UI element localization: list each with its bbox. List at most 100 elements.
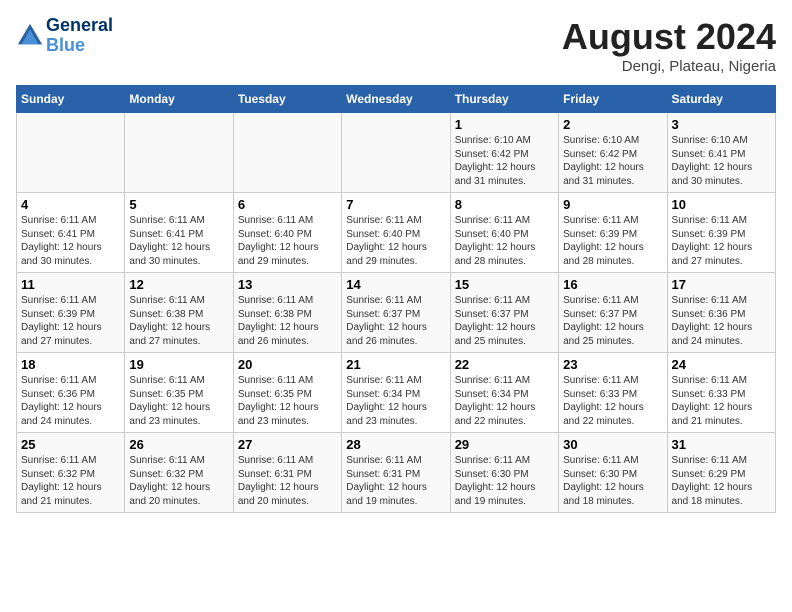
day-info: Sunrise: 6:10 AM Sunset: 6:42 PM Dayligh… bbox=[455, 134, 554, 188]
day-info: Sunrise: 6:11 AM Sunset: 6:40 PM Dayligh… bbox=[238, 214, 337, 268]
calendar-day-cell: 29 Sunrise: 6:11 AM Sunset: 6:30 PM Dayli… bbox=[450, 433, 558, 513]
day-info: Sunrise: 6:11 AM Sunset: 6:35 PM Dayligh… bbox=[238, 374, 337, 428]
day-number: 21 bbox=[346, 357, 445, 372]
day-number: 29 bbox=[455, 437, 554, 452]
calendar-day-cell: 15Sunrise: 6:11 AM Sunset: 6:37 PM Dayli… bbox=[450, 273, 558, 353]
calendar-day-cell: 6 Sunrise: 6:11 AM Sunset: 6:40 PM Daylig… bbox=[233, 193, 341, 273]
day-info: Sunrise: 6:11 AM Sunset: 6:38 PM Dayligh… bbox=[129, 294, 228, 348]
calendar-day-cell bbox=[233, 113, 341, 193]
calendar-day-cell: 18Sunrise: 6:11 AM Sunset: 6:36 PM Dayli… bbox=[17, 353, 125, 433]
day-info: Sunrise: 6:11 AM Sunset: 6:34 PM Dayligh… bbox=[455, 374, 554, 428]
day-number: 31 bbox=[672, 437, 771, 452]
day-number: 30 bbox=[563, 437, 662, 452]
day-number: 4 bbox=[21, 197, 120, 212]
day-number: 22 bbox=[455, 357, 554, 372]
day-info: Sunrise: 6:11 AM Sunset: 6:41 PM Dayligh… bbox=[129, 214, 228, 268]
day-number: 24 bbox=[672, 357, 771, 372]
day-info: Sunrise: 6:11 AM Sunset: 6:36 PM Dayligh… bbox=[21, 374, 120, 428]
day-number: 28 bbox=[346, 437, 445, 452]
page-header: General Blue August 2024 Dengi, Plateau,… bbox=[16, 16, 776, 75]
calendar-day-cell: 13Sunrise: 6:11 AM Sunset: 6:38 PM Dayli… bbox=[233, 273, 341, 353]
day-number: 16 bbox=[563, 277, 662, 292]
calendar-day-cell: 12 Sunrise: 6:11 AM Sunset: 6:38 PM Dayli… bbox=[125, 273, 233, 353]
day-number: 15 bbox=[455, 277, 554, 292]
day-of-week-header: Friday bbox=[559, 86, 667, 113]
calendar-day-cell: 7 Sunrise: 6:11 AM Sunset: 6:40 PM Daylig… bbox=[342, 193, 450, 273]
day-number: 17 bbox=[672, 277, 771, 292]
day-number: 20 bbox=[238, 357, 337, 372]
day-info: Sunrise: 6:11 AM Sunset: 6:34 PM Dayligh… bbox=[346, 374, 445, 428]
logo-text: General Blue bbox=[46, 16, 113, 56]
calendar-day-cell: 9 Sunrise: 6:11 AM Sunset: 6:39 PM Daylig… bbox=[559, 193, 667, 273]
calendar-day-cell: 31 Sunrise: 6:11 AM Sunset: 6:29 PM Dayli… bbox=[667, 433, 775, 513]
days-of-week-row: SundayMondayTuesdayWednesdayThursdayFrid… bbox=[17, 86, 776, 113]
day-number: 12 bbox=[129, 277, 228, 292]
day-number: 26 bbox=[129, 437, 228, 452]
calendar-day-cell: 8 Sunrise: 6:11 AM Sunset: 6:40 PM Daylig… bbox=[450, 193, 558, 273]
calendar-day-cell: 17Sunrise: 6:11 AM Sunset: 6:36 PM Dayli… bbox=[667, 273, 775, 353]
calendar-day-cell bbox=[342, 113, 450, 193]
day-number: 10 bbox=[672, 197, 771, 212]
day-number: 11 bbox=[21, 277, 120, 292]
day-info: Sunrise: 6:10 AM Sunset: 6:41 PM Dayligh… bbox=[672, 134, 771, 188]
calendar-day-cell: 23Sunrise: 6:11 AM Sunset: 6:33 PM Dayli… bbox=[559, 353, 667, 433]
day-number: 7 bbox=[346, 197, 445, 212]
title-block: August 2024 Dengi, Plateau, Nigeria bbox=[562, 16, 776, 75]
day-info: Sunrise: 6:11 AM Sunset: 6:37 PM Dayligh… bbox=[563, 294, 662, 348]
calendar-week-row: 1 Sunrise: 6:10 AM Sunset: 6:42 PM Daylig… bbox=[17, 113, 776, 193]
calendar-day-cell: 16 Sunrise: 6:11 AM Sunset: 6:37 PM Dayli… bbox=[559, 273, 667, 353]
calendar-body: 1 Sunrise: 6:10 AM Sunset: 6:42 PM Daylig… bbox=[17, 113, 776, 513]
calendar-day-cell: 30 Sunrise: 6:11 AM Sunset: 6:30 PM Dayli… bbox=[559, 433, 667, 513]
logo: General Blue bbox=[16, 16, 113, 56]
calendar-day-cell: 20 Sunrise: 6:11 AM Sunset: 6:35 PM Dayli… bbox=[233, 353, 341, 433]
day-info: Sunrise: 6:11 AM Sunset: 6:30 PM Dayligh… bbox=[455, 454, 554, 508]
day-info: Sunrise: 6:11 AM Sunset: 6:35 PM Dayligh… bbox=[129, 374, 228, 428]
day-info: Sunrise: 6:11 AM Sunset: 6:31 PM Dayligh… bbox=[346, 454, 445, 508]
day-info: Sunrise: 6:11 AM Sunset: 6:39 PM Dayligh… bbox=[21, 294, 120, 348]
calendar-week-row: 4 Sunrise: 6:11 AM Sunset: 6:41 PM Daylig… bbox=[17, 193, 776, 273]
day-info: Sunrise: 6:11 AM Sunset: 6:40 PM Dayligh… bbox=[455, 214, 554, 268]
calendar-day-cell bbox=[17, 113, 125, 193]
location: Dengi, Plateau, Nigeria bbox=[562, 58, 776, 75]
calendar-day-cell: 3Sunrise: 6:10 AM Sunset: 6:41 PM Daylig… bbox=[667, 113, 775, 193]
day-number: 13 bbox=[238, 277, 337, 292]
calendar-day-cell: 25Sunrise: 6:11 AM Sunset: 6:32 PM Dayli… bbox=[17, 433, 125, 513]
day-number: 8 bbox=[455, 197, 554, 212]
calendar-day-cell: 5Sunrise: 6:11 AM Sunset: 6:41 PM Daylig… bbox=[125, 193, 233, 273]
day-number: 6 bbox=[238, 197, 337, 212]
day-info: Sunrise: 6:11 AM Sunset: 6:31 PM Dayligh… bbox=[238, 454, 337, 508]
calendar-day-cell: 26 Sunrise: 6:11 AM Sunset: 6:32 PM Dayli… bbox=[125, 433, 233, 513]
day-info: Sunrise: 6:11 AM Sunset: 6:30 PM Dayligh… bbox=[563, 454, 662, 508]
calendar-day-cell: 28 Sunrise: 6:11 AM Sunset: 6:31 PM Dayli… bbox=[342, 433, 450, 513]
calendar-day-cell bbox=[125, 113, 233, 193]
logo-icon bbox=[16, 22, 44, 50]
day-info: Sunrise: 6:11 AM Sunset: 6:39 PM Dayligh… bbox=[672, 214, 771, 268]
day-info: Sunrise: 6:11 AM Sunset: 6:39 PM Dayligh… bbox=[563, 214, 662, 268]
day-info: Sunrise: 6:11 AM Sunset: 6:29 PM Dayligh… bbox=[672, 454, 771, 508]
day-info: Sunrise: 6:11 AM Sunset: 6:32 PM Dayligh… bbox=[129, 454, 228, 508]
day-number: 2 bbox=[563, 117, 662, 132]
calendar-week-row: 25 Sunrise: 6:11 AM Sunset: 6:32 PM Dayli… bbox=[17, 433, 776, 513]
day-info: Sunrise: 6:10 AM Sunset: 6:42 PM Dayligh… bbox=[563, 134, 662, 188]
calendar-day-cell: 24 Sunrise: 6:11 AM Sunset: 6:33 PM Dayli… bbox=[667, 353, 775, 433]
day-number: 23 bbox=[563, 357, 662, 372]
calendar-day-cell: 22 Sunrise: 6:11 AM Sunset: 6:34 PM Dayli… bbox=[450, 353, 558, 433]
day-info: Sunrise: 6:11 AM Sunset: 6:40 PM Dayligh… bbox=[346, 214, 445, 268]
day-of-week-header: Thursday bbox=[450, 86, 558, 113]
calendar-day-cell: 4Sunrise: 6:11 AM Sunset: 6:41 PM Daylig… bbox=[17, 193, 125, 273]
day-info: Sunrise: 6:11 AM Sunset: 6:37 PM Dayligh… bbox=[346, 294, 445, 348]
calendar-week-row: 11 Sunrise: 6:11 AM Sunset: 6:39 PM Dayli… bbox=[17, 273, 776, 353]
day-number: 1 bbox=[455, 117, 554, 132]
day-of-week-header: Monday bbox=[125, 86, 233, 113]
day-info: Sunrise: 6:11 AM Sunset: 6:33 PM Dayligh… bbox=[672, 374, 771, 428]
day-number: 14 bbox=[346, 277, 445, 292]
calendar-day-cell: 19Sunrise: 6:11 AM Sunset: 6:35 PM Dayli… bbox=[125, 353, 233, 433]
day-number: 9 bbox=[563, 197, 662, 212]
day-number: 25 bbox=[21, 437, 120, 452]
day-of-week-header: Tuesday bbox=[233, 86, 341, 113]
calendar-day-cell: 2 Sunrise: 6:10 AM Sunset: 6:42 PM Daylig… bbox=[559, 113, 667, 193]
day-of-week-header: Wednesday bbox=[342, 86, 450, 113]
calendar-table: SundayMondayTuesdayWednesdayThursdayFrid… bbox=[16, 85, 776, 513]
month-title: August 2024 bbox=[562, 16, 776, 58]
day-number: 27 bbox=[238, 437, 337, 452]
